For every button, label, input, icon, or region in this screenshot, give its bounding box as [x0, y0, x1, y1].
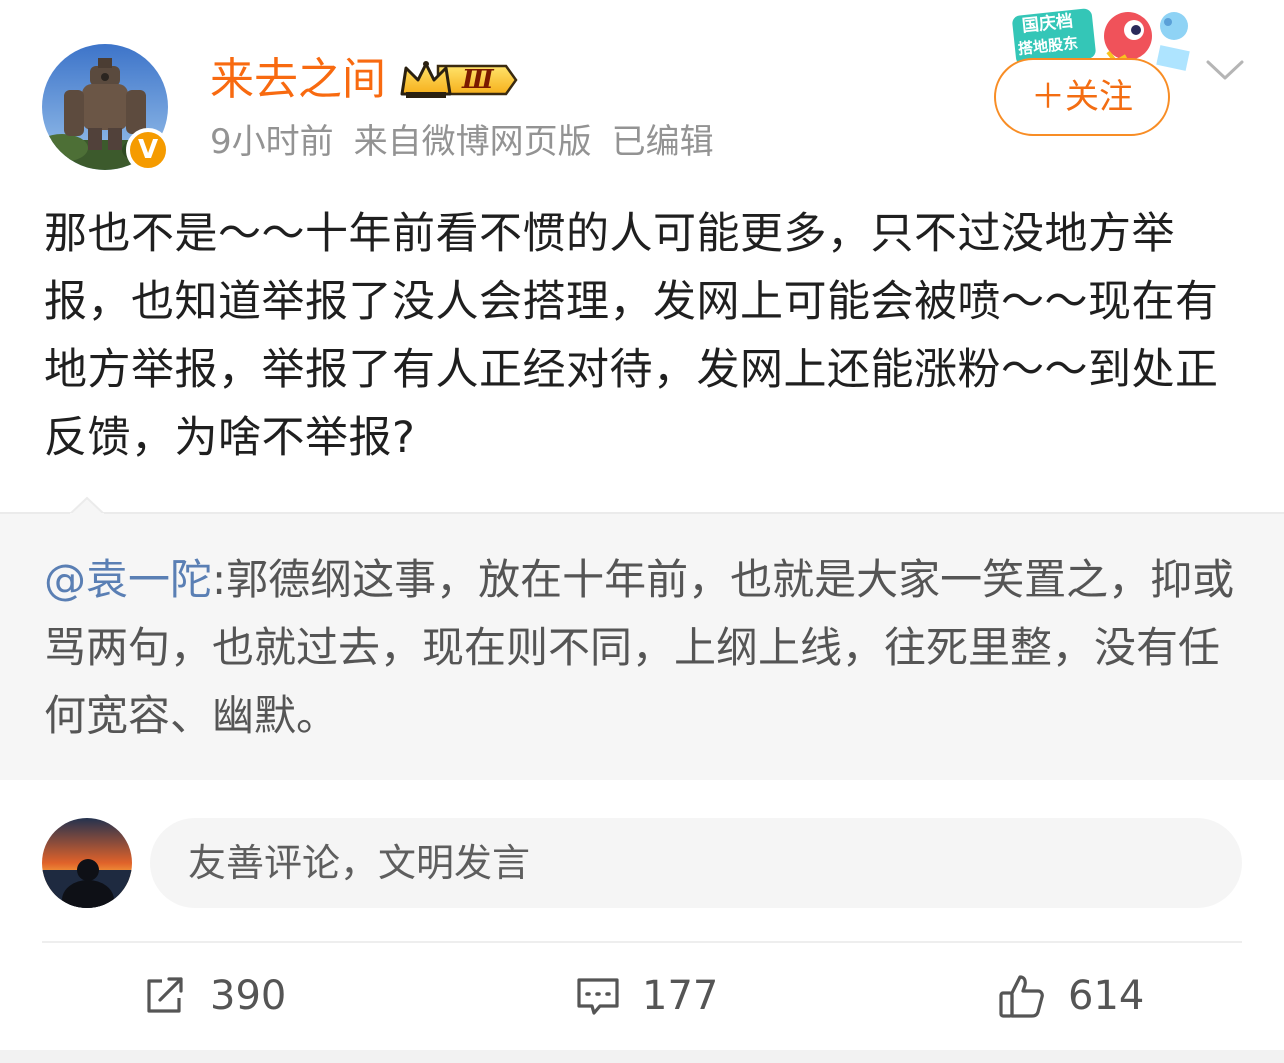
post-source: 来自微博网页版 — [353, 122, 592, 162]
bottom-separator — [0, 1050, 1284, 1063]
author-name[interactable]: 来去之间 — [210, 52, 386, 108]
thumbs-up-icon — [999, 975, 1044, 1018]
follow-button[interactable]: ＋关注 — [994, 58, 1170, 136]
retweet-body: :郭德纲这事，放在十年前，也就是大家一笑置之，抑或骂两句，也就过去，现在则不同，… — [44, 555, 1235, 740]
verified-badge-icon: V — [126, 128, 170, 172]
comment-button[interactable]: 177 — [576, 966, 718, 1026]
mention-link[interactable]: @袁一陀 — [44, 555, 212, 604]
retweet-text: @袁一陀:郭德纲这事，放在十年前，也就是大家一笑置之，抑或骂两句，也就过去，现在… — [44, 546, 1244, 750]
share-icon — [147, 977, 183, 1013]
comment-count: 177 — [642, 973, 719, 1019]
post-text: 那也不是～～十年前看不惯的人可能更多，只不过没地方举报，也知道举报了没人会搭理，… — [44, 209, 1219, 463]
repost-button[interactable]: 390 — [144, 966, 286, 1026]
comment-input[interactable] — [150, 818, 1242, 908]
like-count: 614 — [1068, 973, 1145, 1019]
current-user-avatar[interactable] — [42, 818, 132, 908]
chevron-down-icon[interactable] — [1204, 54, 1246, 88]
like-button[interactable]: 614 — [998, 966, 1144, 1026]
comment-icon — [577, 978, 619, 1015]
divider — [42, 941, 1242, 943]
vip-crown-icon[interactable]: Ⅲ — [398, 58, 520, 102]
repost-count: 390 — [210, 973, 287, 1019]
level-text: Ⅲ — [462, 65, 494, 95]
post-time: 9小时前 — [210, 122, 334, 162]
edited-label: 已编辑 — [611, 122, 714, 162]
retweet-notch — [69, 496, 105, 516]
post-meta: 9小时前 来自微博网页版 已编辑 — [210, 120, 734, 164]
